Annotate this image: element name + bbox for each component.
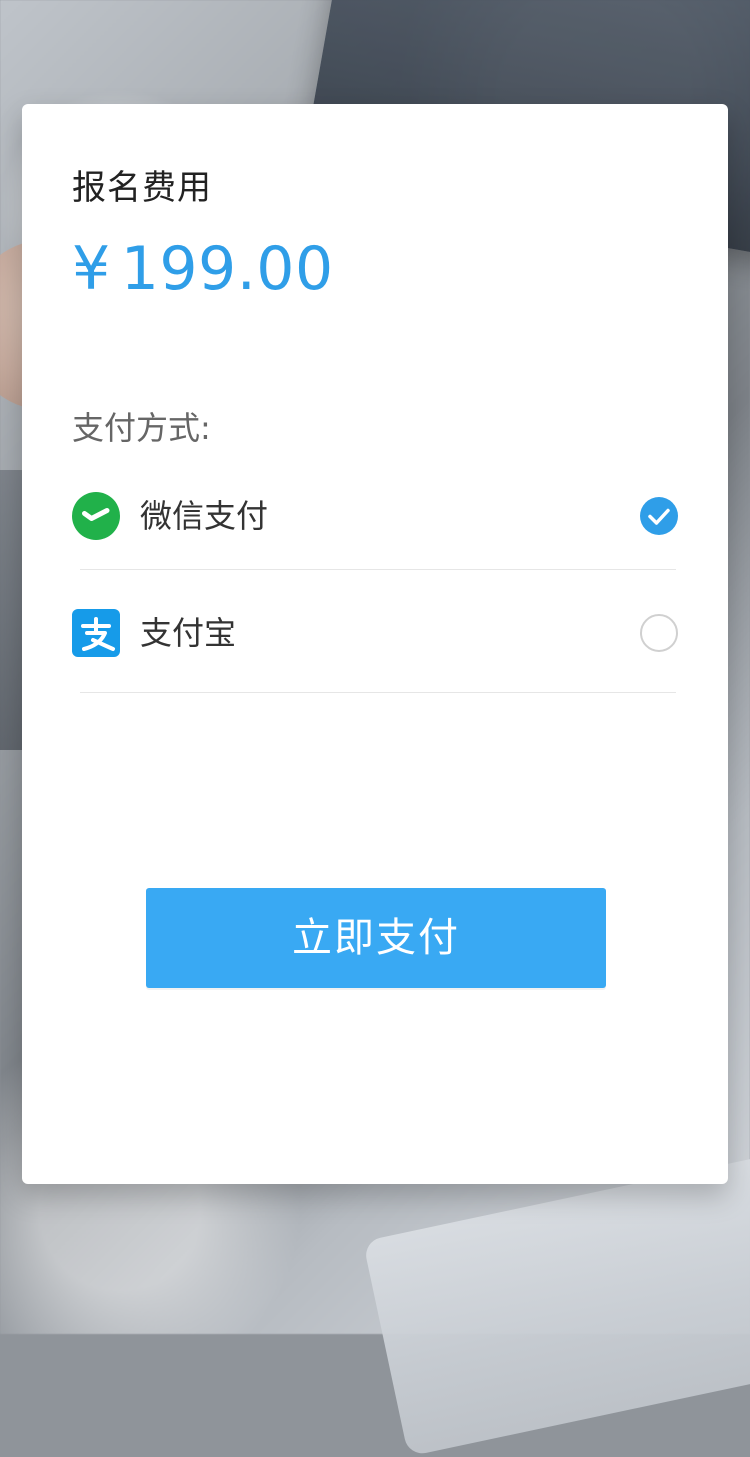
currency-symbol: ¥ bbox=[72, 234, 111, 304]
radio-checked-wechat[interactable] bbox=[640, 497, 678, 535]
payment-option-alipay[interactable]: 支付宝 bbox=[72, 587, 678, 679]
pay-now-button[interactable]: 立即支付 bbox=[146, 888, 606, 988]
alipay-icon bbox=[72, 609, 120, 657]
price-display: ¥199.00 bbox=[72, 234, 334, 304]
payment-option-label: 支付宝 bbox=[140, 614, 237, 652]
divider bbox=[80, 692, 676, 693]
payment-method-label: 支付方式: bbox=[72, 409, 211, 447]
registration-fee-label: 报名费用 bbox=[72, 168, 212, 208]
radio-unchecked-alipay[interactable] bbox=[640, 614, 678, 652]
payment-card: 报名费用 ¥199.00 支付方式: 微信支付 支付宝 立即支付 bbox=[22, 104, 728, 1184]
payment-option-wechat[interactable]: 微信支付 bbox=[72, 470, 678, 562]
divider bbox=[80, 569, 676, 570]
payment-option-label: 微信支付 bbox=[140, 497, 269, 535]
wechat-pay-icon bbox=[72, 492, 120, 540]
price-amount: 199.00 bbox=[120, 234, 334, 304]
